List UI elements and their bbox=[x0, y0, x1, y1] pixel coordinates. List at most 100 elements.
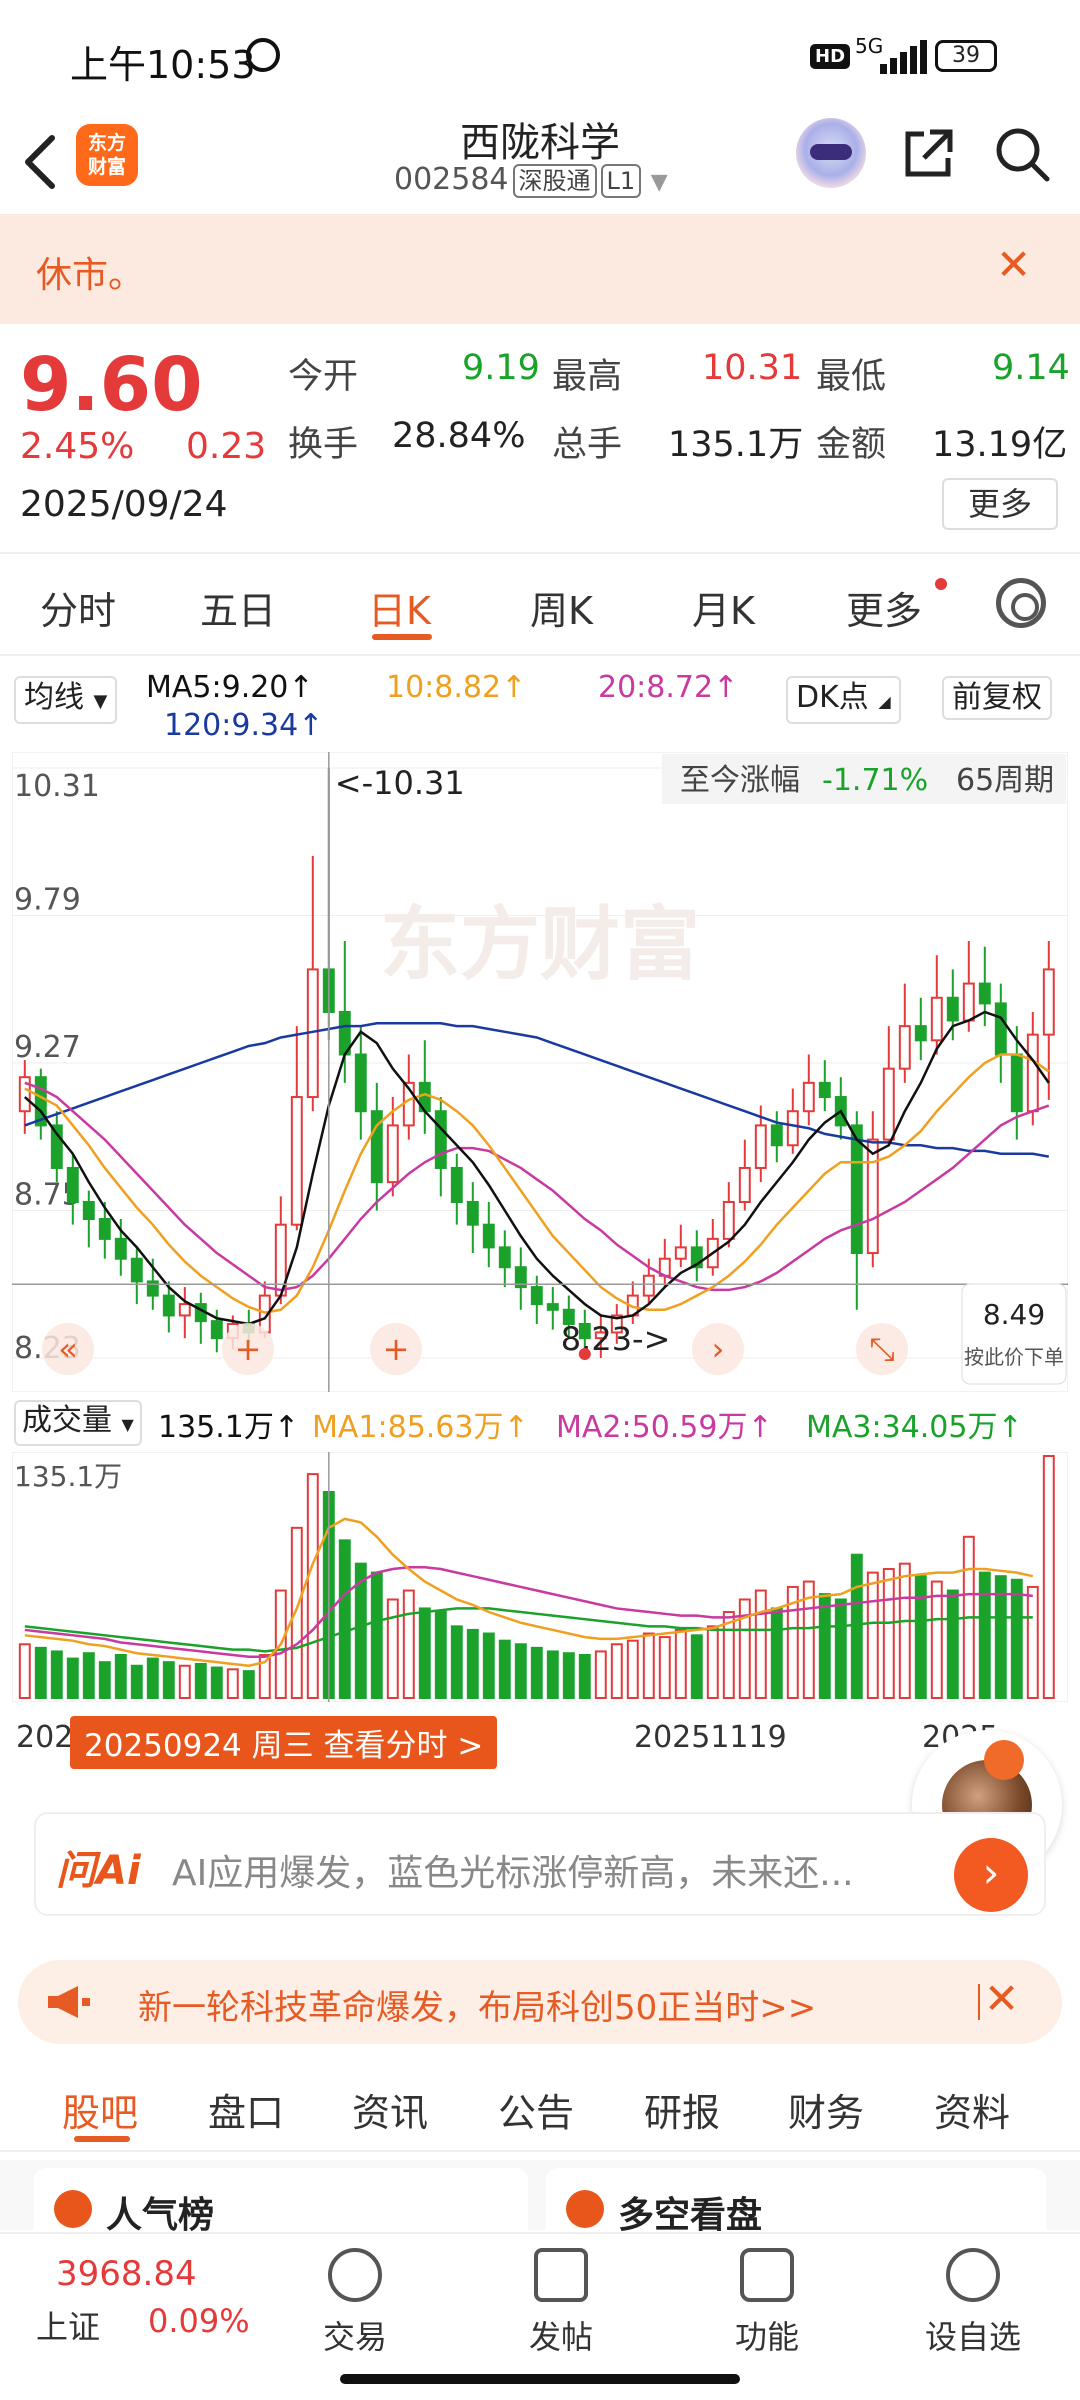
yen-icon bbox=[328, 2248, 382, 2302]
nav-functions[interactable]: 功能 bbox=[712, 2248, 822, 2358]
ai-suggestion-text: AI应用爆发，蓝色光标涨停新高，未来还... bbox=[172, 1853, 854, 1894]
divider bbox=[0, 552, 1080, 554]
volume-bar bbox=[530, 1646, 543, 1699]
period-label: 至今涨幅 bbox=[680, 763, 800, 798]
nav-watchlist[interactable]: 设自选 bbox=[918, 2248, 1028, 2358]
volume-bar bbox=[882, 1568, 895, 1699]
candle-body bbox=[770, 1124, 783, 1147]
volume-bar bbox=[642, 1632, 655, 1699]
close-icon[interactable]: ✕ bbox=[996, 240, 1031, 289]
chart-icon bbox=[54, 2190, 92, 2228]
badge-icon bbox=[984, 1740, 1024, 1780]
grid-icon bbox=[740, 2248, 794, 2302]
tab-reports[interactable]: 研报 bbox=[644, 2082, 720, 2137]
assistant-robot-icon[interactable] bbox=[796, 118, 866, 188]
volume-bar bbox=[946, 1589, 959, 1700]
volume-bar bbox=[306, 1473, 319, 1700]
tab-five-day[interactable]: 五日 bbox=[200, 580, 276, 635]
tab-finance[interactable]: 财务 bbox=[788, 2082, 864, 2137]
candle-body bbox=[722, 1200, 735, 1240]
ai-question-box[interactable]: 问Ai AI应用爆发，蓝色光标涨停新高，未来还... › bbox=[34, 1812, 1046, 1916]
volume-bar bbox=[898, 1562, 911, 1699]
volume-bar bbox=[162, 1661, 175, 1699]
bull-bear-card[interactable]: 多空看盘 bbox=[546, 2168, 1046, 2236]
vs-icon bbox=[566, 2190, 604, 2228]
tab-intraday[interactable]: 分时 bbox=[40, 580, 116, 635]
close-icon[interactable]: ✕ bbox=[984, 1974, 1019, 2023]
volume-bar bbox=[210, 1666, 223, 1699]
ma-legend: 均线 ▼ MA5:9.20↑ 10:8.82↑ 20:8.72↑ 120:9.3… bbox=[0, 656, 1080, 752]
low-value: 9.14 bbox=[992, 348, 1070, 388]
dk-point-selector[interactable]: DK点 ◢ bbox=[786, 676, 901, 724]
candle-body bbox=[114, 1237, 127, 1260]
ma-selector[interactable]: 均线 ▼ bbox=[14, 676, 118, 724]
candle-body bbox=[130, 1257, 143, 1283]
amount-value: 13.19亿 bbox=[932, 425, 1068, 465]
volume-bar bbox=[338, 1539, 351, 1699]
chevron-down-icon: ◢ bbox=[878, 692, 891, 711]
amount-label: 金额 bbox=[816, 425, 887, 465]
nav-trade[interactable]: 交易 bbox=[300, 2248, 410, 2358]
volume-bar bbox=[690, 1634, 703, 1699]
volume-bar bbox=[194, 1662, 207, 1700]
x-axis: 202 20250924 周三 查看分时 > 20251119 2025 bbox=[0, 1710, 1080, 1770]
nav-post[interactable]: 发帖 bbox=[506, 2248, 616, 2358]
high-label: 最高 bbox=[552, 357, 623, 397]
chevron-down-icon: ▼ bbox=[93, 691, 108, 712]
hd-icon: HD bbox=[810, 44, 851, 69]
candle-body bbox=[1042, 968, 1055, 1036]
volume-bar bbox=[482, 1632, 495, 1699]
ma20-value: 20:8.72↑ bbox=[598, 670, 739, 705]
index-value[interactable]: 3968.84 bbox=[56, 2254, 197, 2294]
candle-body bbox=[98, 1218, 111, 1240]
popularity-card[interactable]: 人气榜 bbox=[34, 2168, 528, 2236]
search-icon[interactable] bbox=[992, 124, 1052, 184]
candle-body bbox=[290, 1096, 303, 1226]
promo-banner[interactable]: 新一轮科技革命爆发，布局科创50正当时>> ✕ bbox=[18, 1960, 1062, 2044]
tab-news[interactable]: 资讯 bbox=[352, 2082, 428, 2137]
tab-weekly-k[interactable]: 周K bbox=[530, 580, 593, 635]
tab-orderbook[interactable]: 盘口 bbox=[208, 2082, 284, 2137]
tab-profile[interactable]: 资料 bbox=[934, 2082, 1010, 2137]
volume-bar bbox=[578, 1654, 591, 1700]
volume-bar bbox=[418, 1607, 431, 1699]
candle-body bbox=[930, 996, 943, 1042]
candlestick-chart[interactable]: 东方财富10.319.799.278.758.23<-10.318.23->至今… bbox=[12, 752, 1068, 1392]
signal-icon bbox=[880, 40, 928, 74]
adjust-button[interactable]: 前复权 bbox=[942, 676, 1052, 720]
tab-announcements[interactable]: 公告 bbox=[498, 2082, 574, 2137]
network-label: 5G bbox=[855, 34, 884, 58]
level-tag[interactable]: L1 bbox=[600, 164, 642, 198]
candle-body bbox=[434, 1110, 447, 1169]
date-badge-button[interactable]: 20250924 周三 查看分时 > bbox=[70, 1716, 498, 1769]
stock-code: 002584 bbox=[394, 162, 509, 197]
candle-body bbox=[18, 1076, 31, 1113]
tab-daily-k[interactable]: 日K bbox=[368, 580, 431, 635]
volume-bar bbox=[178, 1664, 191, 1699]
more-quote-button[interactable]: 更多 bbox=[942, 478, 1058, 530]
megaphone-icon bbox=[48, 1986, 90, 2018]
notice-text: 休市。 bbox=[36, 255, 145, 296]
volume-bar bbox=[34, 1646, 47, 1699]
candle-body bbox=[82, 1200, 95, 1221]
vol-ma1: MA1:85.63万↑ bbox=[312, 1410, 529, 1445]
volume-chart[interactable]: 135.1万 bbox=[12, 1452, 1068, 1702]
gear-icon[interactable] bbox=[996, 578, 1046, 628]
volume-value: 135.1万 bbox=[668, 425, 804, 465]
candle-body bbox=[850, 1124, 863, 1255]
high-value: 10.31 bbox=[702, 348, 803, 388]
watermark: 东方财富 bbox=[380, 898, 700, 991]
tab-forum[interactable]: 股吧 bbox=[62, 2082, 138, 2137]
arrow-right-icon[interactable]: › bbox=[954, 1838, 1028, 1912]
tab-more[interactable]: 更多 bbox=[846, 580, 922, 635]
index-name[interactable]: 上证 bbox=[36, 2302, 100, 2348]
share-icon[interactable] bbox=[900, 126, 956, 182]
candle-body bbox=[994, 1002, 1007, 1056]
tab-monthly-k[interactable]: 月K bbox=[692, 580, 755, 635]
period-count: 65周期 bbox=[956, 763, 1054, 798]
volume-selector[interactable]: 成交量 ▼ bbox=[14, 1400, 142, 1446]
candle-body bbox=[546, 1303, 559, 1311]
volume-bar bbox=[706, 1625, 719, 1699]
chevron-down-icon[interactable]: ▼ bbox=[651, 170, 668, 195]
index-percent[interactable]: 0.09% bbox=[148, 2302, 250, 2340]
